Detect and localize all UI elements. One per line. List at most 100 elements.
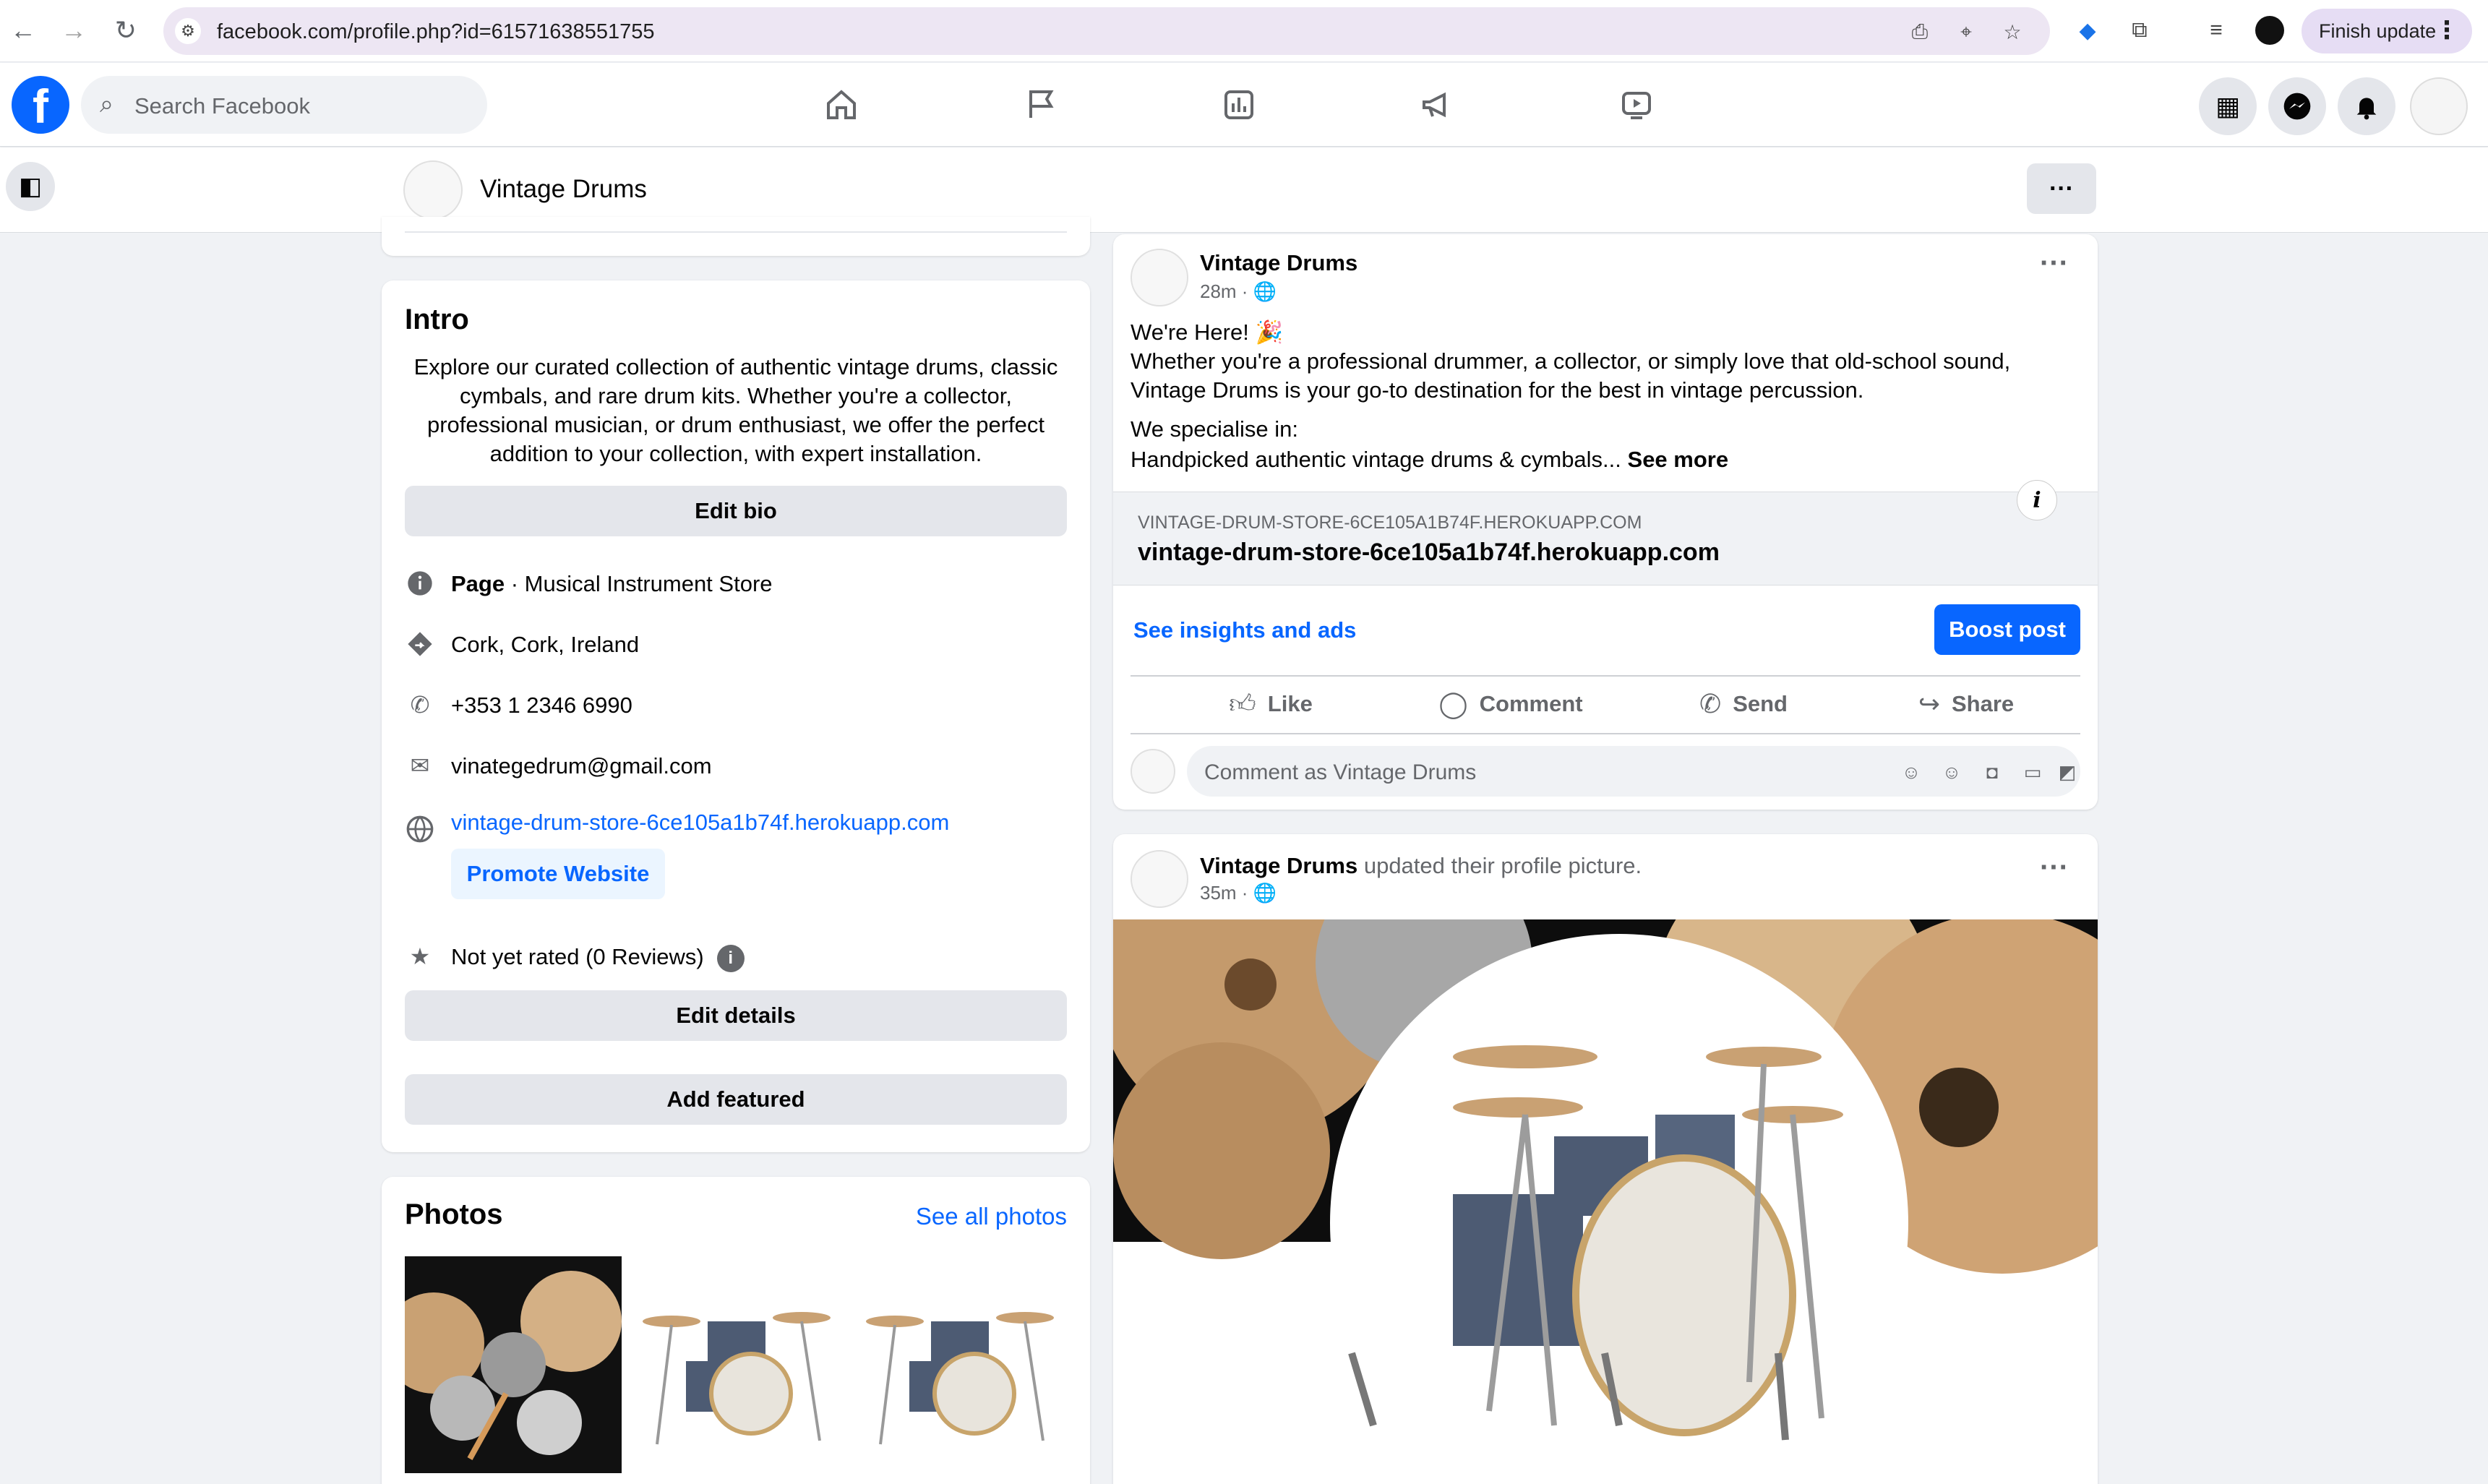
- comment-placeholder: Comment as Vintage Drums: [1204, 760, 1477, 784]
- bookmark-star-icon[interactable]: ☆: [1999, 19, 2025, 45]
- pages-flag-icon[interactable]: [1018, 82, 1064, 128]
- notifications-bell-icon[interactable]: [2338, 77, 2395, 135]
- photo-tile[interactable]: [852, 1256, 1068, 1473]
- finish-update-label: Finish update: [2319, 20, 2437, 42]
- share-button[interactable]: ↪ Share: [1879, 682, 2053, 726]
- post-action-text: updated their profile picture.: [1357, 853, 1642, 878]
- comment-label: Comment: [1479, 691, 1583, 716]
- search-placeholder: Search Facebook: [134, 93, 310, 119]
- link-preview[interactable]: VINTAGE-DRUM-STORE-6CE105A1B74F.HEROKUAP…: [1113, 492, 2098, 586]
- insights-icon[interactable]: [1216, 82, 1262, 128]
- page-title[interactable]: Vintage Drums: [480, 175, 647, 204]
- profile-picture-image[interactable]: [1113, 919, 2098, 1484]
- site-info-icon[interactable]: ⚙: [175, 18, 201, 44]
- finish-update-button[interactable]: Finish update ⋮: [2302, 9, 2472, 53]
- gif-icon[interactable]: ▭: [2020, 759, 2046, 785]
- link-domain: VINTAGE-DRUM-STORE-6CE105A1B74F.HEROKUAP…: [1138, 512, 1642, 533]
- globe-icon: 🌐: [1253, 882, 1277, 904]
- home-icon[interactable]: [818, 82, 865, 128]
- whatsapp-icon: ✆: [1699, 689, 1722, 719]
- post-author-avatar[interactable]: [1131, 850, 1188, 908]
- globe-icon: [405, 814, 435, 844]
- comment-button[interactable]: ◯ Comment: [1402, 682, 1619, 726]
- email-text: vinategedrum@gmail.com: [451, 753, 712, 779]
- see-more-link[interactable]: See more: [1628, 447, 1729, 472]
- forward-icon[interactable]: →: [58, 14, 90, 46]
- promote-website-button[interactable]: Promote Website: [451, 849, 665, 899]
- see-insights-link[interactable]: See insights and ads: [1133, 617, 1356, 643]
- rating-info-icon[interactable]: i: [716, 944, 745, 972]
- camera-icon[interactable]: ◘: [1979, 759, 2005, 785]
- post-author-name[interactable]: Vintage Drums: [1200, 250, 1357, 276]
- browser-menu-icon[interactable]: ⋮: [2435, 16, 2459, 45]
- facebook-logo-icon[interactable]: f: [12, 76, 69, 134]
- search-input[interactable]: ⌕ Search Facebook: [81, 76, 487, 134]
- divider: [1131, 675, 2080, 677]
- page-avatar[interactable]: [403, 160, 463, 220]
- send-button[interactable]: ✆ Send: [1657, 682, 1830, 726]
- post-card: Vintage Drums 28m · 🌐 ··· We're Here! 🎉 …: [1113, 234, 2098, 810]
- share-label: Share: [1952, 691, 2015, 716]
- extensions-puzzle-icon[interactable]: ⧉: [2125, 16, 2154, 45]
- sticker-icon[interactable]: ◩: [2054, 759, 2080, 785]
- location-text: Cork, Cork, Ireland: [451, 632, 640, 657]
- rating-row: ★ Not yet rated (0 Reviews) i: [405, 940, 1067, 972]
- address-bar[interactable]: ⚙ facebook.com/profile.php?id=6157163855…: [163, 7, 2050, 55]
- facebook-navbar: f ⌕ Search Facebook ▦: [0, 63, 2488, 147]
- speech-bubble-icon: ◯: [1438, 689, 1468, 719]
- install-app-icon[interactable]: ⎙: [1907, 19, 1933, 45]
- intro-bio: Explore our curated collection of authen…: [413, 354, 1058, 466]
- post-author-avatar[interactable]: [1131, 249, 1188, 306]
- page-subheader: ◧ Vintage Drums ···: [0, 147, 2488, 233]
- post-timestamp[interactable]: 28m ·: [1200, 280, 1253, 302]
- link-title: vintage-drum-store-6ce105a1b74f.herokuap…: [1138, 539, 1720, 566]
- search-icon: ⌕: [100, 90, 114, 118]
- messenger-icon[interactable]: [2268, 77, 2326, 135]
- post-options-icon[interactable]: ···: [2040, 852, 2069, 884]
- edit-bio-button[interactable]: Edit bio: [405, 486, 1067, 536]
- email-row: ✉ vinategedrum@gmail.com: [405, 749, 1067, 781]
- account-avatar[interactable]: [2410, 77, 2468, 135]
- info-icon: [405, 568, 435, 599]
- more-options-button[interactable]: ···: [2027, 163, 2096, 214]
- share-arrow-icon: ↪: [1918, 689, 1940, 719]
- send-label: Send: [1733, 691, 1788, 716]
- boost-post-button[interactable]: Boost post: [1934, 604, 2080, 655]
- website-link[interactable]: vintage-drum-store-6ce105a1b74f.herokuap…: [451, 810, 949, 836]
- add-featured-button[interactable]: Add featured: [405, 1074, 1067, 1125]
- photo-tile[interactable]: [405, 1256, 622, 1473]
- video-icon[interactable]: [1613, 82, 1660, 128]
- location-pin-icon: [405, 629, 435, 659]
- post-line: Handpicked authentic vintage drums & cym…: [1131, 447, 1628, 472]
- media-controls-icon[interactable]: ≡: [2202, 16, 2231, 45]
- browser-toolbar: ← → ↻ ⚙ facebook.com/profile.php?id=6157…: [0, 0, 2488, 62]
- emoji-icon[interactable]: ☺: [1939, 759, 1965, 785]
- divider: [1131, 733, 2080, 734]
- commenter-avatar[interactable]: [1131, 749, 1175, 794]
- post-line: We specialise in:: [1131, 416, 1299, 442]
- comment-input[interactable]: Comment as Vintage Drums ☺ ☺ ◘ ▭ ◩: [1187, 746, 2080, 797]
- browser-profile-avatar[interactable]: [2255, 16, 2284, 45]
- like-button[interactable]: 👍︎ Like: [1191, 682, 1350, 726]
- post-options-icon[interactable]: ···: [2040, 247, 2069, 280]
- avatar-sticker-icon[interactable]: ☺: [1898, 759, 1924, 785]
- sidebar-toggle-icon[interactable]: ◧: [6, 162, 55, 211]
- thumbs-up-icon: 👍︎: [1229, 689, 1256, 719]
- previous-card-bottom: [382, 217, 1090, 256]
- post-timestamp[interactable]: 35m ·: [1200, 882, 1253, 904]
- photo-tile[interactable]: [628, 1256, 845, 1473]
- back-icon[interactable]: ←: [7, 14, 39, 46]
- see-all-photos-link[interactable]: See all photos: [916, 1203, 1067, 1230]
- extension-icon[interactable]: ◆: [2073, 16, 2102, 45]
- post-line: Whether you're a professional drummer, a…: [1131, 348, 2011, 374]
- menu-grid-icon[interactable]: ▦: [2199, 77, 2257, 135]
- edit-details-button[interactable]: Edit details: [405, 990, 1067, 1041]
- info-icon[interactable]: i: [2017, 480, 2057, 520]
- post-author-name[interactable]: Vintage Drums: [1200, 853, 1357, 878]
- location-icon[interactable]: ⌖: [1953, 19, 1979, 45]
- reload-icon[interactable]: ↻: [110, 14, 142, 46]
- photos-heading: Photos: [405, 1198, 503, 1230]
- post-card: Vintage Drums updated their profile pict…: [1113, 834, 2098, 1484]
- intro-heading: Intro: [405, 304, 469, 335]
- ad-center-megaphone-icon[interactable]: [1414, 82, 1460, 128]
